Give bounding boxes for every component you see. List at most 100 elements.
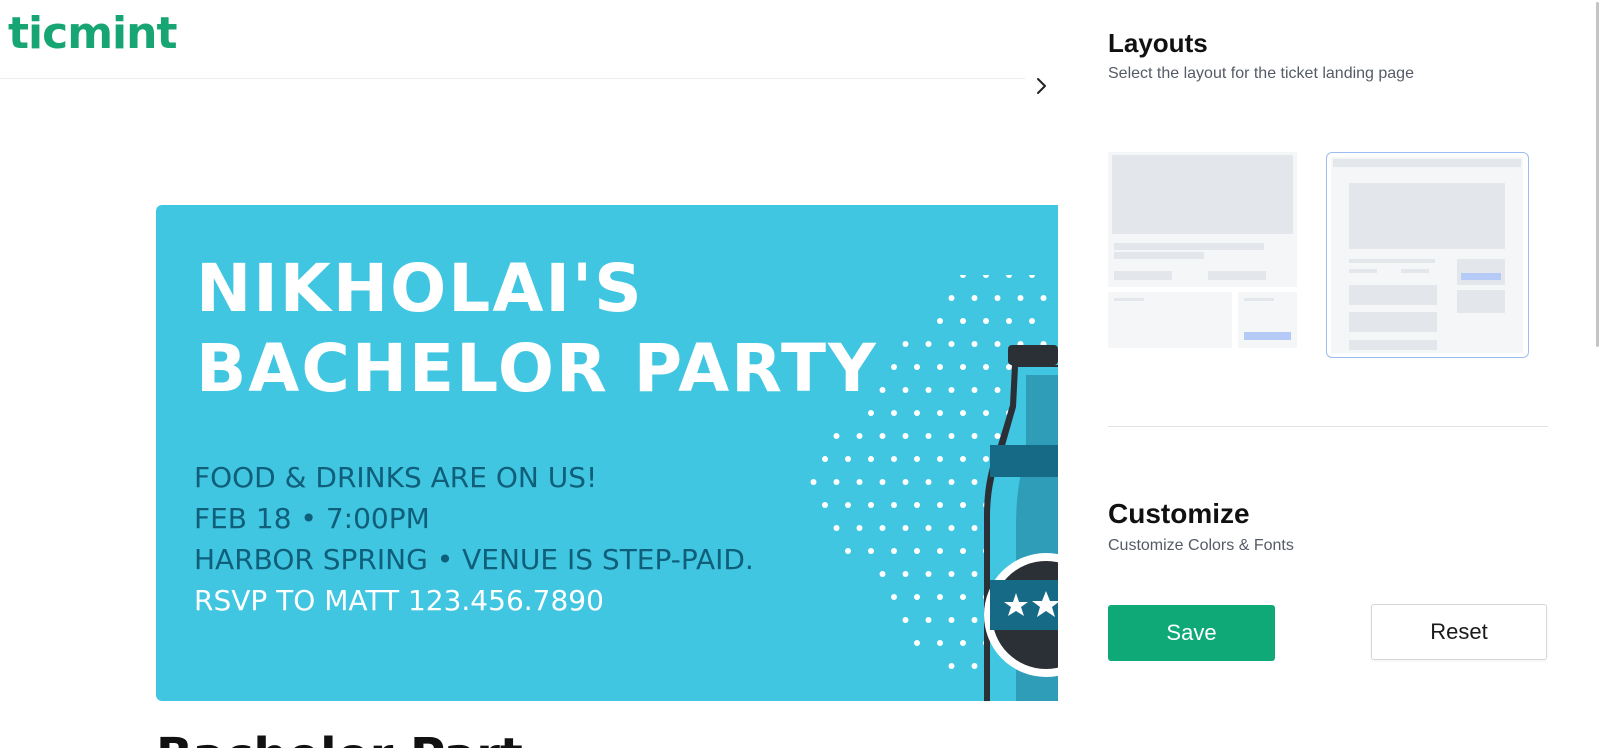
pattern-dot: [914, 456, 920, 462]
layout-preview-line: [1244, 298, 1274, 301]
pattern-dot: [914, 594, 920, 600]
header-divider: [0, 78, 1025, 79]
pattern-dot: [1029, 275, 1035, 278]
ticmint-logo[interactable]: ticmint: [8, 8, 177, 59]
pattern-dot: [868, 548, 874, 554]
pattern-dot: [914, 640, 920, 646]
pattern-dot: [891, 364, 897, 370]
layout-preview-button: [1461, 273, 1501, 280]
layouts-title: Layouts: [1108, 28, 1208, 58]
pattern-dot: [983, 318, 989, 324]
pattern-dot: [937, 640, 943, 646]
layout-preview-line: [1114, 243, 1264, 250]
pattern-dot: [879, 433, 886, 439]
layout-preview-topbar: [1333, 159, 1521, 167]
pattern-dot: [914, 502, 920, 508]
pattern-dot: [1006, 275, 1012, 278]
layout-preview-block: [1349, 312, 1437, 332]
pattern-dot: [891, 410, 897, 416]
chevron-right-icon[interactable]: [1032, 74, 1052, 98]
pattern-dot: [960, 275, 966, 278]
pattern-dot: [902, 571, 909, 577]
pattern-dot: [879, 479, 886, 485]
pattern-dot: [879, 387, 886, 393]
layout-preview-line: [1114, 298, 1144, 301]
pattern-dot: [925, 571, 932, 577]
pattern-dot: [868, 456, 874, 462]
layouts-subtitle: Select the layout for the ticket landing…: [1108, 65, 1414, 82]
layout-preview-sidebar-card: [1457, 290, 1505, 313]
pattern-dot: [1006, 318, 1012, 324]
pattern-dot: [879, 571, 886, 577]
pattern-dot: [891, 502, 897, 508]
event-banner: NIKHOLAI'S BACHELOR PARTY FOOD & DRINKS …: [156, 205, 1058, 701]
pattern-dot: [971, 295, 978, 301]
pattern-dot: [891, 456, 897, 462]
layout-preview-block: [1349, 285, 1437, 305]
pattern-dot: [925, 617, 932, 623]
pattern-dot: [937, 548, 943, 554]
pattern-dot: [937, 594, 943, 600]
pattern-dot: [822, 502, 828, 508]
pattern-dot: [902, 525, 909, 531]
layout-option-1[interactable]: [1108, 152, 1300, 348]
pattern-dot: [868, 410, 874, 416]
layout-preview-line: [1349, 259, 1435, 263]
layout-preview-line: [1349, 269, 1377, 273]
pattern-dot: [856, 433, 863, 439]
layout-option-2[interactable]: [1326, 152, 1529, 358]
pattern-dot: [902, 387, 909, 393]
pattern-dot: [914, 410, 920, 416]
pattern-dot: [845, 502, 851, 508]
customize-subtitle: Customize Colors & Fonts: [1108, 537, 1294, 554]
pattern-dot: [914, 364, 920, 370]
layout-preview-line: [1208, 271, 1266, 280]
pattern-dot: [810, 479, 817, 485]
banner-detail-line: FOOD & DRINKS ARE ON US!: [194, 461, 598, 494]
pattern-dot: [1029, 318, 1035, 324]
pattern-dot: [960, 318, 966, 324]
pattern-dot: [994, 295, 1001, 301]
pattern-dot: [833, 433, 840, 439]
pattern-dot: [856, 525, 863, 531]
layout-preview-image: [1349, 183, 1505, 249]
panel-divider: [1108, 426, 1548, 427]
pattern-dot: [937, 502, 943, 508]
pattern-dot: [925, 525, 932, 531]
pattern-dot: [822, 456, 828, 462]
pattern-dot: [845, 456, 851, 462]
pattern-dot: [833, 479, 840, 485]
pattern-dot: [856, 479, 863, 485]
pattern-dot: [937, 410, 943, 416]
pattern-dot: [902, 433, 909, 439]
pattern-dot: [1017, 295, 1024, 301]
pattern-dot: [937, 456, 943, 462]
layout-preview-line: [1114, 271, 1172, 280]
save-button[interactable]: Save: [1108, 605, 1275, 661]
banner-detail-line: HARBOR SPRING • VENUE IS STEP-PAID.: [194, 543, 754, 576]
pattern-dot: [891, 594, 897, 600]
scrollbar-thumb[interactable]: [1596, 2, 1599, 347]
pattern-dot: [879, 525, 886, 531]
banner-detail-line: RSVP TO MATT 123.456.7890: [194, 584, 604, 617]
scrollbar-track[interactable]: [1594, 0, 1600, 748]
pattern-dot: [914, 548, 920, 554]
pattern-dot: [902, 341, 909, 347]
pattern-dot: [902, 617, 909, 623]
pattern-dot: [1040, 295, 1047, 301]
reset-button[interactable]: Reset: [1371, 604, 1547, 660]
pattern-dot: [925, 479, 932, 485]
customize-title: Customize: [1108, 498, 1250, 529]
pattern-dot: [937, 364, 943, 370]
layout-preview-image: [1112, 155, 1293, 234]
pattern-dot: [925, 387, 932, 393]
pattern-dot: [983, 275, 989, 278]
pattern-dot: [902, 479, 909, 485]
pattern-dot: [925, 433, 932, 439]
pattern-dot: [833, 525, 840, 531]
pattern-dot: [925, 341, 932, 347]
bottle-illustration: [984, 345, 1058, 701]
pattern-dot: [948, 295, 955, 301]
layout-preview-block: [1349, 340, 1437, 350]
pattern-dot: [868, 502, 874, 508]
